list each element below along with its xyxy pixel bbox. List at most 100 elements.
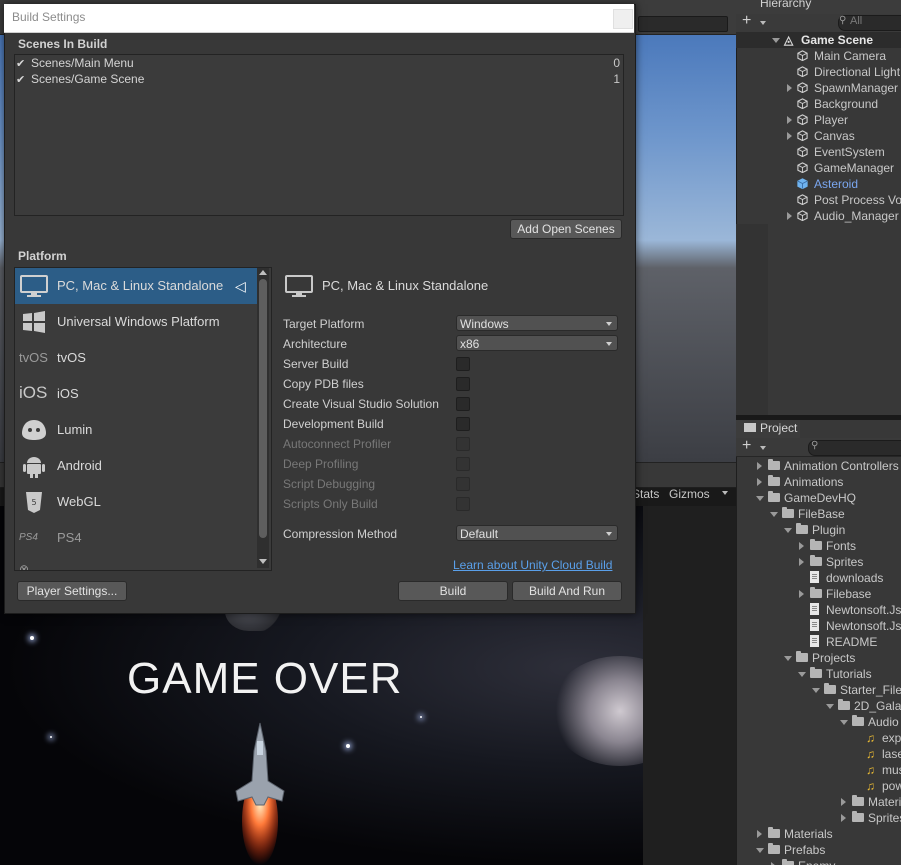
hierarchy-item[interactable]: EventSystem — [736, 144, 901, 160]
hierarchy-add-dropdown-icon[interactable] — [760, 21, 766, 25]
platform-item-uwp[interactable]: Universal Windows Platform — [15, 304, 257, 340]
project-tree-item[interactable]: Animations — [736, 474, 901, 490]
expand-icon[interactable] — [772, 38, 780, 43]
project-tree-item[interactable]: Tutorials — [736, 666, 901, 682]
collapse-icon[interactable] — [798, 672, 806, 677]
project-tree-item[interactable]: ♫ explosion — [736, 730, 901, 746]
architecture-dropdown[interactable]: x86 — [456, 335, 618, 351]
expand-icon[interactable] — [757, 830, 762, 838]
expand-icon[interactable] — [799, 590, 804, 598]
target-platform-dropdown[interactable]: Windows — [456, 315, 618, 331]
build-button[interactable]: Build — [398, 581, 508, 601]
project-tree-item[interactable]: Plugin — [736, 522, 901, 538]
expand-icon[interactable] — [787, 212, 792, 220]
hierarchy-add-icon[interactable]: + — [742, 13, 751, 29]
expand-icon[interactable] — [787, 84, 792, 92]
project-tree-item[interactable]: Audio — [736, 714, 901, 730]
expand-icon[interactable] — [799, 542, 804, 550]
development-build-checkbox[interactable] — [456, 417, 470, 431]
hierarchy-scene-row[interactable]: ◬ Game Scene — [736, 32, 901, 48]
project-tree-item[interactable]: ♫ laser — [736, 746, 901, 762]
platform-item-lumin[interactable]: Lumin — [15, 412, 257, 448]
project-tree-item[interactable]: Enemy — [736, 858, 901, 865]
project-tree-item[interactable]: Sprites — [736, 554, 901, 570]
expand-icon[interactable] — [787, 132, 792, 140]
project-tree-item[interactable]: FileBase — [736, 506, 901, 522]
project-tree-item[interactable]: Starter_Files — [736, 682, 901, 698]
checkmark-icon[interactable]: ✔ — [16, 56, 25, 72]
project-tree-item[interactable]: Materials — [736, 794, 901, 810]
project-tree-item[interactable]: Fonts — [736, 538, 901, 554]
project-tree-item[interactable]: README — [736, 634, 901, 650]
expand-icon[interactable] — [757, 478, 762, 486]
expand-icon[interactable] — [841, 814, 846, 822]
project-tree-item[interactable]: Newtonsoft.Json — [736, 618, 901, 634]
server-build-checkbox[interactable] — [456, 357, 470, 371]
project-tree-item[interactable]: Projects — [736, 650, 901, 666]
collapse-icon[interactable] — [812, 688, 820, 693]
expand-icon[interactable] — [757, 462, 762, 470]
platform-item-webgl[interactable]: 5 WebGL — [15, 484, 257, 520]
create-vs-solution-checkbox[interactable] — [456, 397, 470, 411]
scroll-up-icon[interactable] — [259, 270, 267, 275]
platform-item-partial[interactable]: ⊗ — [15, 556, 257, 570]
build-and-run-button[interactable]: Build And Run — [512, 581, 622, 601]
project-tree-item[interactable]: ♫ music — [736, 762, 901, 778]
add-open-scenes-button[interactable]: Add Open Scenes — [510, 219, 622, 239]
platform-item-ps4[interactable]: PS4 PS4 — [15, 520, 257, 556]
hierarchy-item[interactable]: Directional Light — [736, 64, 901, 80]
collapse-icon[interactable] — [784, 656, 792, 661]
project-tree-item[interactable]: ♫ power — [736, 778, 901, 794]
expand-icon[interactable] — [787, 116, 792, 124]
project-tree-item[interactable]: GameDevHQ — [736, 490, 901, 506]
hierarchy-item[interactable]: Canvas — [736, 128, 901, 144]
collapse-icon[interactable] — [756, 496, 764, 501]
close-button[interactable] — [613, 9, 633, 29]
copy-pdb-checkbox[interactable] — [456, 377, 470, 391]
hierarchy-item[interactable]: Asteroid — [736, 176, 901, 192]
project-tree-item[interactable]: Newtonsoft.Json — [736, 602, 901, 618]
project-tree-item[interactable]: Filebase — [736, 586, 901, 602]
scroll-down-icon[interactable] — [259, 559, 267, 564]
hierarchy-item[interactable]: Audio_Manager — [736, 208, 901, 224]
project-tree-item[interactable]: Prefabs — [736, 842, 901, 858]
hierarchy-search-input[interactable] — [838, 15, 901, 31]
scene-list-item[interactable]: ✔ Scenes/Game Scene 1 — [16, 71, 622, 87]
hierarchy-item[interactable]: Player — [736, 112, 901, 128]
compression-method-dropdown[interactable]: Default — [456, 525, 618, 541]
hierarchy-item[interactable]: GameManager — [736, 160, 901, 176]
cloud-build-link[interactable]: Learn about Unity Cloud Build — [453, 558, 612, 572]
player-settings-button[interactable]: Player Settings... — [17, 581, 127, 601]
project-tree-item[interactable]: Animation Controllers — [736, 458, 901, 474]
platform-item-android[interactable]: Android — [15, 448, 257, 484]
hierarchy-item[interactable]: Post Process Volume — [736, 192, 901, 208]
gizmos-dropdown-icon[interactable] — [722, 491, 728, 495]
platform-item-standalone[interactable]: PC, Mac & Linux Standalone ◁ — [15, 268, 257, 304]
collapse-icon[interactable] — [756, 848, 764, 853]
project-search-input[interactable] — [808, 440, 901, 456]
hierarchy-item[interactable]: Background — [736, 96, 901, 112]
scene-list-item[interactable]: ✔ Scenes/Main Menu 0 — [16, 55, 622, 71]
checkmark-icon[interactable]: ✔ — [16, 72, 25, 88]
expand-icon[interactable] — [841, 798, 846, 806]
window-titlebar[interactable] — [4, 4, 634, 33]
expand-icon[interactable] — [799, 558, 804, 566]
collapse-icon[interactable] — [826, 704, 834, 709]
stats-button[interactable]: Stats — [632, 484, 659, 504]
project-add-icon[interactable]: + — [742, 438, 751, 454]
platform-item-ios[interactable]: iOS iOS — [15, 376, 257, 412]
scrollbar-thumb[interactable] — [259, 279, 267, 538]
gizmos-button[interactable]: Gizmos — [669, 484, 710, 504]
hierarchy-item[interactable]: Main Camera — [736, 48, 901, 64]
collapse-icon[interactable] — [784, 528, 792, 533]
collapse-icon[interactable] — [770, 512, 778, 517]
project-tree-item[interactable]: 2D_Galaxy — [736, 698, 901, 714]
project-tree-item[interactable]: downloads — [736, 570, 901, 586]
collapse-icon[interactable] — [840, 720, 848, 725]
platform-item-tvos[interactable]: tvOS tvOS — [15, 340, 257, 376]
project-tree-item[interactable]: Materials — [736, 826, 901, 842]
hierarchy-item[interactable]: SpawnManager — [736, 80, 901, 96]
scene-search-field[interactable] — [638, 16, 728, 32]
project-tree-item[interactable]: Sprites — [736, 810, 901, 826]
project-add-dropdown-icon[interactable] — [760, 446, 766, 450]
